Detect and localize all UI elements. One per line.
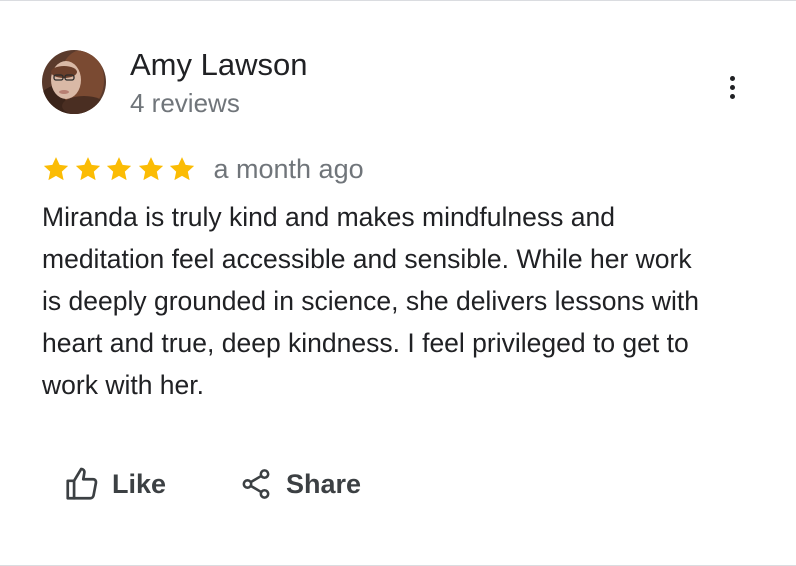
author-review-count[interactable]: 4 reviews [130, 87, 240, 119]
review-text: Miranda is truly kind and makes mindfuln… [42, 202, 699, 400]
rating-row: a month ago [42, 149, 364, 189]
avatar[interactable] [42, 50, 106, 114]
star-icon [74, 155, 102, 183]
star-icon [42, 155, 70, 183]
star-rating [42, 155, 200, 183]
like-button[interactable]: Like [62, 459, 166, 509]
star-icon [168, 155, 196, 183]
avatar-photo [42, 50, 106, 114]
star-icon [137, 155, 165, 183]
review-date: a month ago [213, 154, 364, 184]
more-options-button[interactable] [716, 67, 748, 107]
share-button[interactable]: Share [236, 459, 361, 509]
star-icon [105, 155, 133, 183]
thumb-up-icon [62, 464, 102, 504]
share-icon [236, 464, 276, 504]
review-actions: Like Share [62, 459, 361, 509]
author-name[interactable]: Amy Lawson [130, 46, 307, 84]
review-card: Amy Lawson 4 reviews a month ago Miranda… [0, 0, 796, 566]
like-label: Like [112, 468, 167, 499]
share-label: Share [286, 468, 362, 499]
more-vert-icon [729, 75, 735, 81]
